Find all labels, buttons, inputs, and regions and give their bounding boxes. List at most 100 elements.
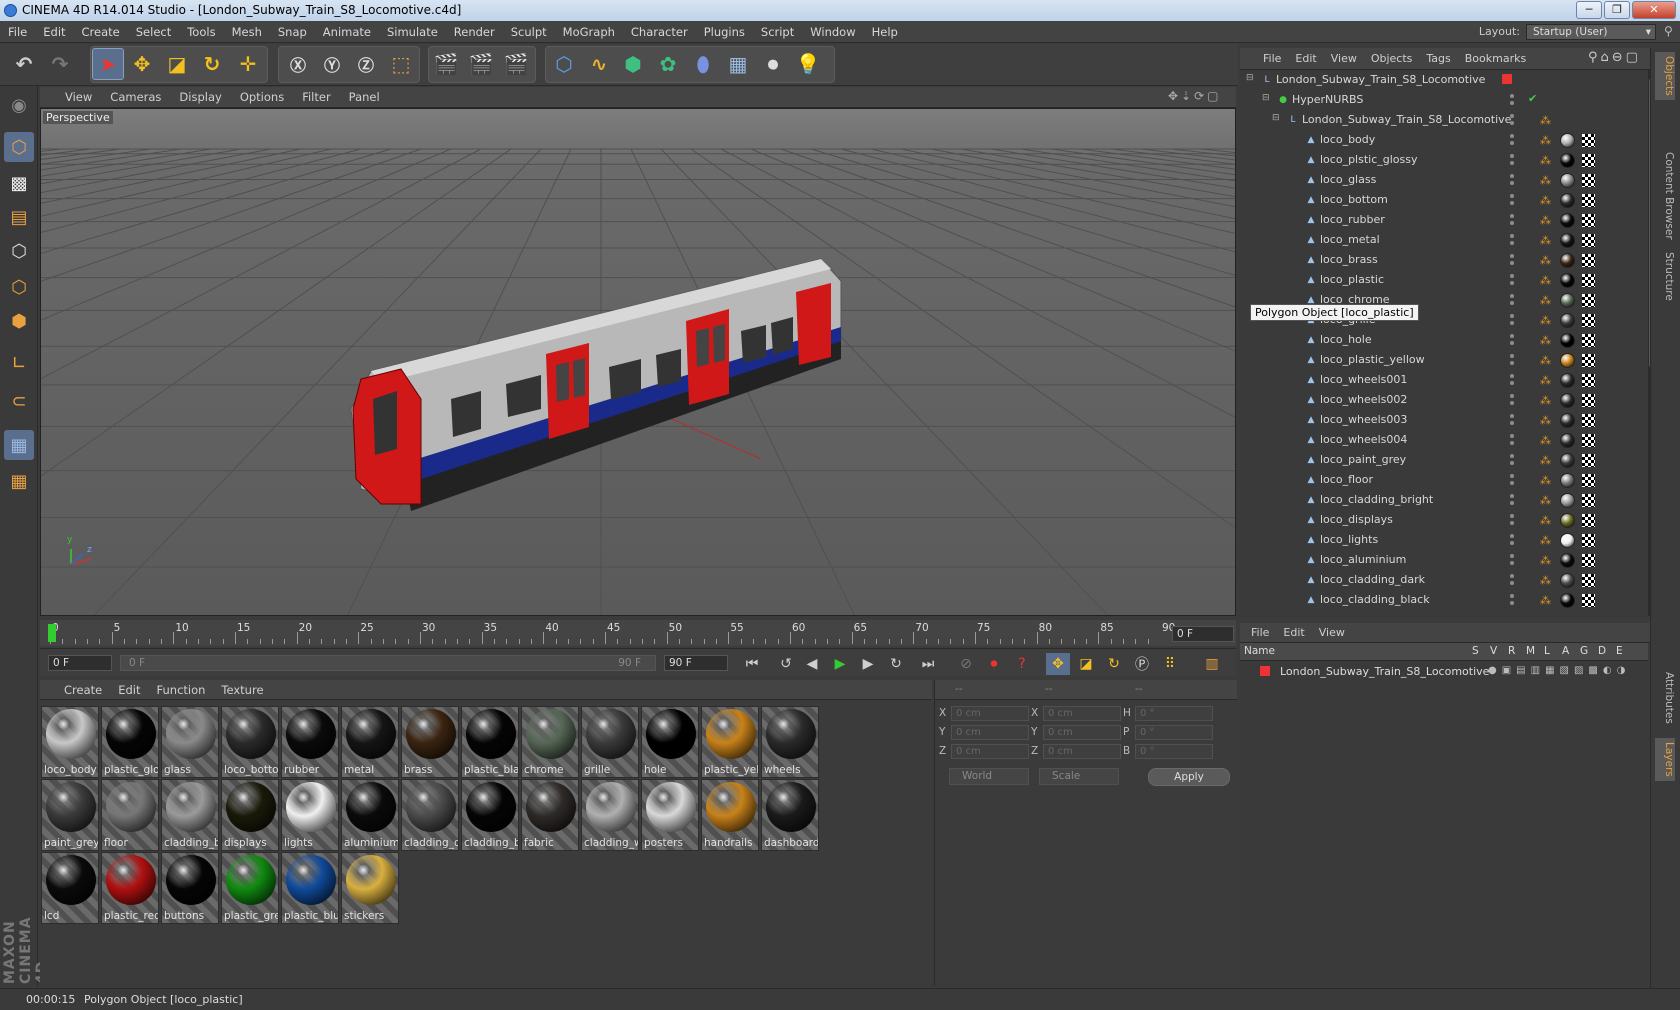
uvw-tag-icon[interactable] — [1582, 174, 1595, 187]
apply-button[interactable]: Apply — [1148, 768, 1230, 786]
tab-objects[interactable]: Objects — [1655, 52, 1675, 100]
object-row[interactable]: ▲ loco_wheels003 ⁂ — [1240, 410, 1648, 430]
material-tag-icon[interactable] — [1560, 293, 1575, 308]
object-row[interactable]: ▲ loco_wheels002 ⁂ — [1240, 390, 1648, 410]
material-swatch[interactable]: dashboard — [761, 779, 819, 851]
menu-mograph[interactable]: MoGraph — [555, 21, 623, 43]
menu-render[interactable]: Render — [446, 21, 503, 43]
end-frame-field[interactable]: 90 F — [664, 655, 728, 671]
visibility-dots[interactable] — [1502, 533, 1522, 547]
visibility-dots[interactable] — [1502, 333, 1522, 347]
object-menu-tags[interactable]: Tags — [1419, 48, 1457, 70]
visibility-dots[interactable] — [1502, 453, 1522, 467]
material-swatch[interactable]: lights — [281, 779, 339, 851]
object-row[interactable]: ▲ loco_lights ⁂ — [1240, 530, 1648, 550]
layer-column-a[interactable]: A — [1562, 645, 1569, 657]
undo-icon[interactable]: ↶ — [8, 48, 40, 80]
minimize-button[interactable]: ─ — [1576, 1, 1602, 19]
object-manager-search-icon[interactable]: ⚲⌂⊖▢ — [1588, 50, 1641, 65]
uvw-tag-icon[interactable] — [1582, 314, 1595, 327]
auto-key-icon[interactable]: ⏺ — [982, 653, 1006, 675]
array-icon[interactable]: ✿ — [652, 48, 684, 80]
object-row[interactable]: ⊟ ● HyperNURBS ✔ — [1240, 90, 1648, 110]
uvw-tag-icon[interactable] — [1582, 514, 1595, 527]
phong-tag-icon[interactable]: ⁂ — [1540, 134, 1552, 147]
close-button[interactable]: ✕ — [1632, 1, 1676, 19]
phong-tag-icon[interactable]: ⁂ — [1540, 314, 1552, 327]
material-tag-icon[interactable] — [1560, 313, 1575, 328]
layer-menu-file[interactable]: File — [1244, 623, 1276, 643]
coordinate-system-icon[interactable]: ⬚ — [385, 48, 417, 80]
phong-tag-icon[interactable]: ⁂ — [1540, 254, 1552, 267]
move-icon[interactable]: ✥ — [126, 48, 158, 80]
workplane-lock-icon[interactable]: ▦ — [4, 430, 34, 460]
enabled-check-icon[interactable]: ✔ — [1528, 92, 1537, 105]
edges-mode-icon[interactable]: ⬡ — [4, 272, 34, 302]
menu-snap[interactable]: Snap — [270, 21, 315, 43]
redo-icon[interactable]: ↷ — [44, 48, 76, 80]
material-swatch[interactable]: hole — [641, 706, 699, 778]
deformer-icon[interactable]: ⬮ — [687, 48, 719, 80]
coordinate-space-select[interactable]: World — [949, 768, 1029, 785]
object-row[interactable]: ▲ loco_brass ⁂ — [1240, 250, 1648, 270]
phong-tag-icon[interactable]: ⁂ — [1540, 334, 1552, 347]
object-menu-file[interactable]: File — [1256, 48, 1288, 70]
uvw-tag-icon[interactable] — [1582, 494, 1595, 507]
cube-icon[interactable]: ⬡ — [548, 48, 580, 80]
menu-mesh[interactable]: Mesh — [224, 21, 270, 43]
key-parameter-icon[interactable]: Ⓟ — [1130, 653, 1154, 675]
layer-column-d[interactable]: D — [1598, 645, 1606, 657]
visibility-dots[interactable] — [1502, 233, 1522, 247]
uvw-tag-icon[interactable] — [1582, 354, 1595, 367]
material-swatch[interactable]: grille — [581, 706, 639, 778]
material-swatch[interactable]: brass — [401, 706, 459, 778]
play-icon[interactable]: ▶ — [828, 653, 852, 675]
texture-mode-icon[interactable]: ▩ — [4, 168, 34, 198]
material-tag-icon[interactable] — [1560, 493, 1575, 508]
material-swatch[interactable]: metal — [341, 706, 399, 778]
uvw-tag-icon[interactable] — [1582, 214, 1595, 227]
coord-value-field[interactable]: 0 cm — [951, 725, 1029, 740]
axis-mode-icon[interactable]: ∟ — [4, 348, 34, 378]
layer-column-name[interactable]: Name — [1244, 645, 1275, 657]
phong-tag-icon[interactable]: ⁂ — [1540, 214, 1552, 227]
object-row[interactable]: ⊟ L London_Subway_Train_S8_Locomotive ⁂ — [1240, 110, 1648, 130]
coord-value-field[interactable]: 0 cm — [1043, 744, 1121, 759]
material-tag-icon[interactable] — [1560, 553, 1575, 568]
material-swatch[interactable]: aluminium — [341, 779, 399, 851]
expand-toggle-icon[interactable]: ⊟ — [1262, 93, 1270, 103]
key-rotation-icon[interactable]: ↻ — [1102, 653, 1126, 675]
x-axis-lock-icon[interactable]: Ⓧ — [282, 48, 314, 80]
phong-tag-icon[interactable]: ⁂ — [1540, 534, 1552, 547]
material-swatch[interactable]: loco_botto — [221, 706, 279, 778]
object-menu-view[interactable]: View — [1324, 48, 1364, 70]
viewport-menu-display[interactable]: Display — [170, 87, 230, 108]
material-tag-icon[interactable] — [1560, 353, 1575, 368]
menu-edit[interactable]: Edit — [35, 21, 73, 43]
visibility-dots[interactable] — [1502, 293, 1522, 307]
phong-tag-icon[interactable]: ⁂ — [1540, 114, 1552, 127]
material-swatch[interactable]: cladding_w — [581, 779, 639, 851]
uvw-tag-icon[interactable] — [1582, 474, 1595, 487]
viewport-menu-options[interactable]: Options — [231, 87, 293, 108]
viewport-menu-view[interactable]: View — [56, 87, 101, 108]
material-swatch[interactable]: rubber — [281, 706, 339, 778]
object-row[interactable]: ▲ loco_wheels001 ⁂ — [1240, 370, 1648, 390]
phong-tag-icon[interactable]: ⁂ — [1540, 494, 1552, 507]
visibility-dots[interactable] — [1502, 353, 1522, 367]
viewport-menu-panel[interactable]: Panel — [340, 87, 389, 108]
phong-tag-icon[interactable]: ⁂ — [1540, 554, 1552, 567]
timeline-ruler[interactable]: 051015202530354045505560657075808590 — [40, 620, 1236, 646]
layout-select[interactable]: Startup (User) ▾ — [1526, 24, 1656, 40]
object-row[interactable]: ▲ loco_plastic ⁂ — [1240, 270, 1648, 290]
material-swatch[interactable]: handrails — [701, 779, 759, 851]
menu-window[interactable]: Window — [802, 21, 863, 43]
object-row[interactable]: ▲ loco_rubber ⁂ — [1240, 210, 1648, 230]
record-keys-icon[interactable]: ⊘ — [954, 653, 978, 675]
uvw-tag-icon[interactable] — [1582, 154, 1595, 167]
key-pla-icon[interactable]: ⠿ — [1158, 653, 1182, 675]
phong-tag-icon[interactable]: ⁂ — [1540, 434, 1552, 447]
phong-tag-icon[interactable]: ⁂ — [1540, 234, 1552, 247]
layer-menu-view[interactable]: View — [1312, 623, 1352, 643]
phong-tag-icon[interactable]: ⁂ — [1540, 594, 1552, 607]
